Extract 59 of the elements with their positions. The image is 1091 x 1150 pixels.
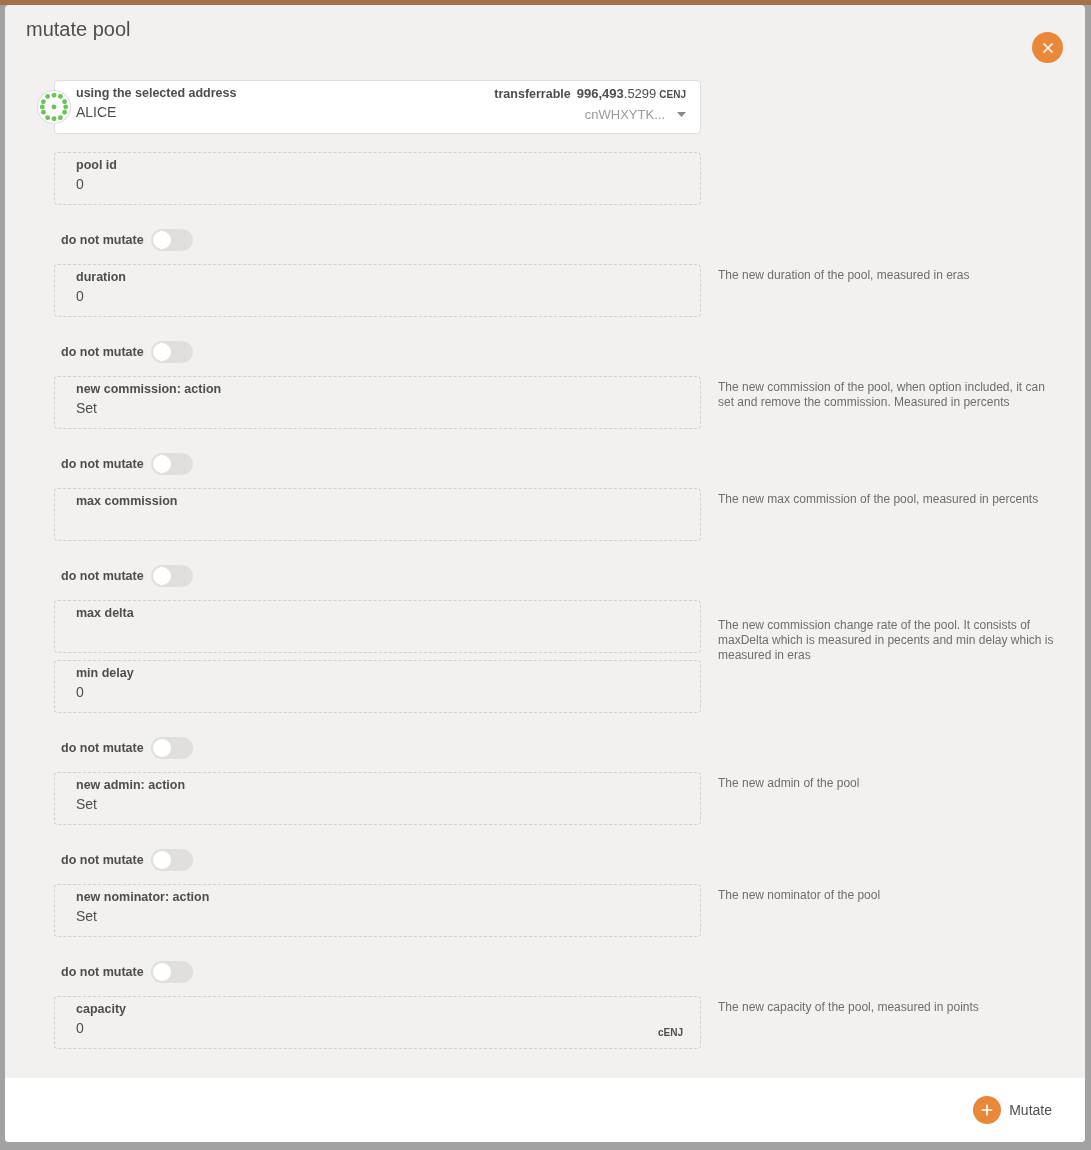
- field-label: max commission: [76, 494, 179, 508]
- toggle-label: do not mutate: [61, 853, 144, 867]
- field-value: Set: [76, 400, 97, 416]
- account-label: using the selected address: [76, 86, 237, 100]
- field-value: 0: [76, 1020, 84, 1036]
- help-text: The new commission change rate of the pool. It consists of maxDelta which is measured in pecents and min delay which is measured in eras: [718, 617, 1055, 664]
- help-text: The new max commission of the pool, measured in percents: [718, 491, 1040, 508]
- field-value: Set: [76, 908, 97, 924]
- field-label: capacity: [76, 1002, 128, 1016]
- field-label: new nominator: action: [76, 890, 211, 904]
- help-text: The new capacity of the pool, measured in points: [718, 999, 980, 1016]
- modal-title: mutate pool: [26, 18, 131, 41]
- field-label: new admin: action: [76, 778, 187, 792]
- help-text: The new commission of the pool, when option included, it can set and remove the commission. Measured in percents: [718, 379, 1046, 411]
- toggle-label: do not mutate: [61, 457, 144, 471]
- plus-icon: [973, 1096, 1002, 1124]
- balance-unit: CENJ: [659, 89, 686, 100]
- toggle-switch[interactable]: [150, 737, 193, 759]
- input-field[interactable]: duration 0: [54, 264, 701, 317]
- toggle-switch[interactable]: [150, 961, 193, 983]
- toggle-label: do not mutate: [61, 965, 144, 979]
- field-label: duration: [76, 270, 127, 284]
- toggle-label: do not mutate: [61, 569, 144, 583]
- field-value: 0: [76, 684, 84, 700]
- field-label: pool id: [76, 158, 118, 172]
- balance-amount: 996,493.5299: [576, 86, 657, 101]
- input-field[interactable]: max commission: [54, 488, 701, 541]
- toggle-switch[interactable]: [150, 453, 193, 475]
- toggle-label: do not mutate: [61, 741, 144, 755]
- field-value: 0: [76, 288, 84, 304]
- toggle-switch[interactable]: [150, 341, 193, 363]
- toggle-label: do not mutate: [61, 345, 144, 359]
- input-field[interactable]: new admin: action Set: [54, 772, 701, 825]
- caret-icon: [677, 112, 686, 117]
- balance-label: transferrable: [494, 87, 571, 101]
- field-value: Set: [76, 796, 97, 812]
- help-text: The new admin of the pool: [718, 775, 861, 792]
- field-label: max delta: [76, 606, 135, 620]
- help-text: The new nominator of the pool: [718, 887, 882, 904]
- field-label: new commission: action: [76, 382, 223, 396]
- toggle-label: do not mutate: [61, 233, 144, 247]
- close-button[interactable]: [1032, 32, 1063, 63]
- account-address: cnWHXYTK...: [584, 107, 665, 122]
- account-name: ALICE: [76, 104, 117, 120]
- toggle-switch[interactable]: [150, 565, 193, 587]
- toggle-switch[interactable]: [150, 849, 193, 871]
- input-field[interactable]: new commission: action Set: [54, 376, 701, 429]
- account-selector[interactable]: using the selected address ALICE transferrable 996,493.5299 CENJ cnWHXYTK...: [54, 80, 701, 134]
- field-label: min delay: [76, 666, 135, 680]
- mutate-button[interactable]: Mutate: [973, 1096, 1052, 1124]
- field-value: 0: [76, 176, 84, 192]
- help-text: The new duration of the pool, measured in eras: [718, 267, 971, 284]
- input-field[interactable]: new nominator: action Set: [54, 884, 701, 937]
- input-field[interactable]: max delta: [54, 600, 701, 653]
- input-field[interactable]: capacity 0 cENJ: [54, 996, 701, 1049]
- input-field[interactable]: min delay 0: [54, 660, 701, 713]
- unit-label: cENJ: [658, 1027, 683, 1038]
- toggle-switch[interactable]: [150, 229, 193, 251]
- input-field[interactable]: pool id 0: [54, 152, 701, 205]
